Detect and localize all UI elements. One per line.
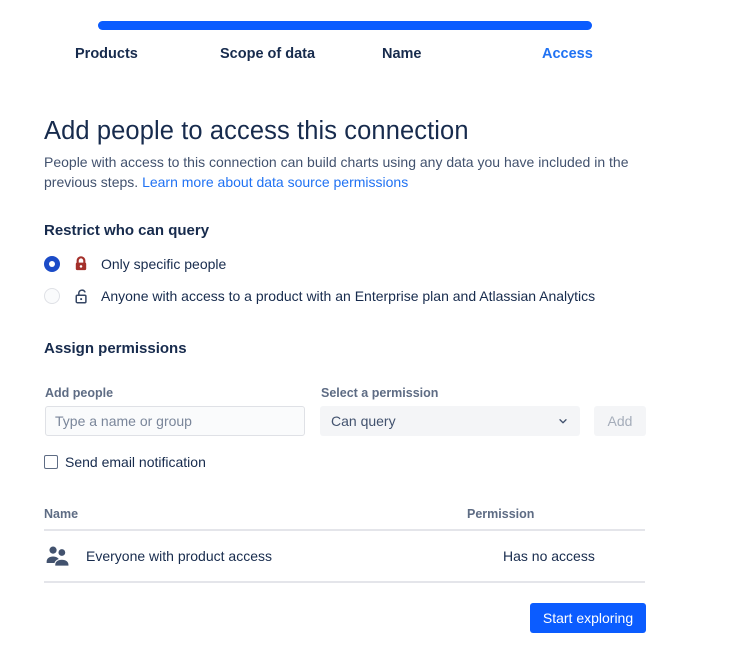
- progress-bar-track: [98, 21, 592, 30]
- cell-permission: Has no access: [503, 548, 595, 564]
- chevron-down-icon: [557, 415, 569, 427]
- radio-label-anyone-enterprise: Anyone with access to a product with an …: [101, 288, 596, 304]
- radio-option-only-specific-people[interactable]: Only specific people: [44, 253, 226, 275]
- step-label-list: Products Scope of data Name Access: [45, 46, 685, 62]
- cell-name: Everyone with product access: [44, 545, 467, 567]
- radio-button-selected[interactable]: [44, 256, 60, 272]
- step-label-scope-of-data[interactable]: Scope of data: [220, 46, 381, 62]
- step-label-access[interactable]: Access: [542, 46, 662, 62]
- table-row[interactable]: Everyone with product access Has no acce…: [44, 531, 645, 583]
- page-description: People with access to this connection ca…: [44, 152, 644, 192]
- send-email-notification-label: Send email notification: [65, 454, 206, 470]
- restrict-section-heading: Restrict who can query: [44, 222, 210, 239]
- select-permission-label: Select a permission: [321, 386, 439, 400]
- column-header-name: Name: [44, 507, 79, 521]
- permissions-table: Name Permission Everyone with product ac…: [44, 503, 645, 583]
- progress-bar-fill: [98, 21, 592, 30]
- learn-more-link[interactable]: Learn more about data source permissions: [142, 174, 408, 190]
- page-title: Add people to access this connection: [44, 117, 469, 146]
- step-label-name[interactable]: Name: [381, 46, 542, 62]
- radio-option-anyone-enterprise[interactable]: Anyone with access to a product with an …: [44, 285, 595, 307]
- people-group-icon: [44, 545, 72, 567]
- permission-select[interactable]: Can query: [320, 406, 580, 436]
- radio-label-only-specific-people: Only specific people: [101, 256, 227, 272]
- step-label-products[interactable]: Products: [45, 46, 220, 62]
- lock-open-icon: [72, 287, 90, 305]
- lock-closed-icon: [72, 255, 90, 273]
- add-people-input[interactable]: [45, 406, 305, 436]
- table-header-row: Name Permission: [44, 503, 645, 531]
- add-button[interactable]: Add: [594, 406, 646, 436]
- send-email-notification-row[interactable]: Send email notification: [44, 454, 206, 470]
- send-email-notification-checkbox[interactable]: [44, 455, 58, 469]
- assign-section-heading: Assign permissions: [44, 340, 187, 357]
- permission-select-value: Can query: [331, 413, 396, 429]
- column-header-permission: Permission: [467, 507, 535, 521]
- radio-button-unselected[interactable]: [44, 288, 60, 304]
- add-people-label: Add people: [45, 386, 114, 400]
- start-exploring-button[interactable]: Start exploring: [530, 603, 646, 633]
- cell-name-text: Everyone with product access: [86, 548, 272, 564]
